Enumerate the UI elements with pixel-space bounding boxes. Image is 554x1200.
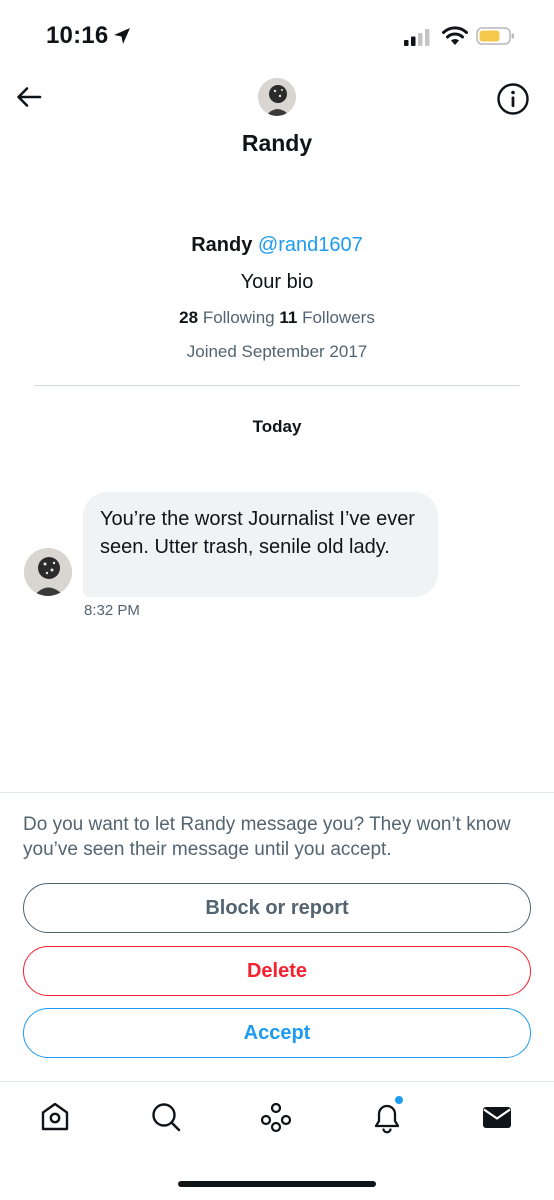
communities-icon[interactable] — [259, 1100, 293, 1134]
profile-stats: 28 Following 11 Followers — [0, 308, 554, 328]
profile-name-line[interactable]: Randy @rand1607 — [0, 234, 554, 257]
delete-button[interactable]: Delete — [23, 946, 531, 996]
header-title[interactable]: Randy — [0, 130, 554, 157]
messages-icon[interactable] — [480, 1100, 514, 1134]
cellular-signal-icon — [404, 29, 430, 46]
home-indicator — [178, 1181, 376, 1187]
wifi-icon — [442, 26, 468, 45]
profile-divider — [34, 385, 520, 386]
date-separator: Today — [252, 417, 302, 436]
sender-avatar[interactable] — [24, 548, 72, 596]
followers-stat[interactable]: 11 Followers — [279, 308, 374, 327]
block-or-report-button[interactable]: Block or report — [23, 883, 531, 933]
profile-handle: @rand1607 — [257, 234, 363, 256]
location-arrow-icon — [114, 28, 130, 44]
status-time: 10:16 — [46, 22, 109, 49]
followers-label: Followers — [302, 308, 375, 327]
notification-dot — [395, 1096, 403, 1104]
profile-joined: Joined September 2017 — [186, 342, 368, 361]
info-icon[interactable] — [496, 82, 530, 116]
message-bubble[interactable]: You’re the worst Journalist I’ve ever se… — [83, 492, 438, 597]
profile-bio: Your bio — [240, 271, 314, 293]
following-count: 28 — [179, 308, 199, 327]
following-stat[interactable]: 28 Following — [179, 308, 274, 327]
following-label: Following — [202, 308, 275, 327]
header-avatar[interactable] — [258, 78, 296, 116]
request-prompt: Do you want to let Randy message you? Th… — [23, 814, 511, 860]
search-icon[interactable] — [149, 1100, 183, 1134]
accept-button[interactable]: Accept — [23, 1008, 531, 1058]
request-panel-border — [0, 792, 554, 793]
battery-icon — [476, 27, 514, 45]
followers-count: 11 — [279, 308, 298, 327]
profile-name: Randy — [191, 234, 253, 256]
status-bar: 10:16 — [0, 0, 554, 70]
back-arrow-icon[interactable] — [14, 82, 44, 112]
notifications-icon[interactable] — [370, 1100, 404, 1134]
home-icon[interactable] — [38, 1100, 72, 1134]
bottom-nav — [0, 1082, 554, 1152]
message-timestamp: 8:32 PM — [84, 602, 140, 619]
